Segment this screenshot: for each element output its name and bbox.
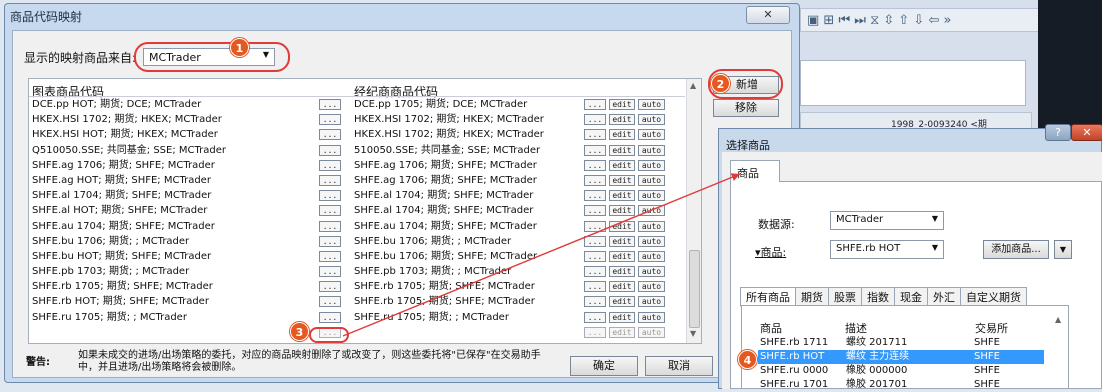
arrow-to-select-dialog [342, 173, 741, 337]
annotation-arrows [342, 173, 741, 337]
